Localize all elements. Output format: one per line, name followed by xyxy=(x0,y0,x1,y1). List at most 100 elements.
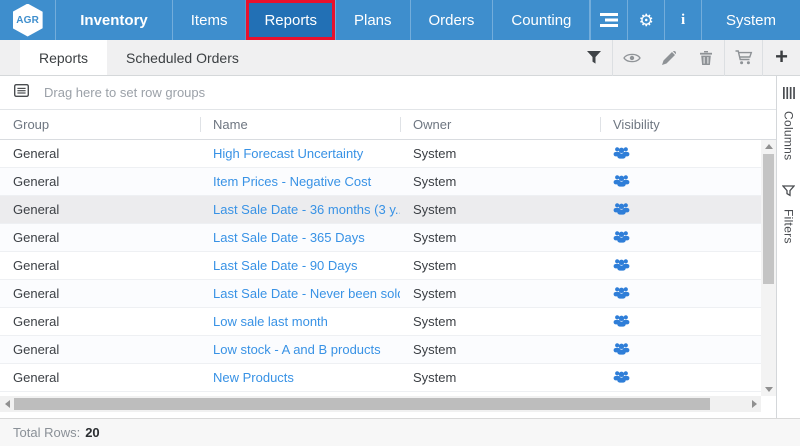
tab-bar: Reports Scheduled Orders + xyxy=(0,40,800,76)
pencil-icon[interactable] xyxy=(650,40,687,76)
cell-visibility xyxy=(600,258,776,274)
nav-app-name[interactable]: Inventory xyxy=(55,0,172,40)
columns-icon xyxy=(783,86,795,104)
cell-group: General xyxy=(0,202,200,217)
vertical-scrollbar[interactable] xyxy=(761,140,776,396)
report-name-link[interactable]: Low stock - A and B products xyxy=(213,342,381,357)
top-navbar: AGR Inventory Items Reports Plans Orders… xyxy=(0,0,800,40)
tab-reports[interactable]: Reports xyxy=(20,40,107,75)
agr-logo-text: AGR xyxy=(16,15,39,26)
column-header-name[interactable]: Name xyxy=(200,110,400,139)
tool-panel-bar: Columns Filters xyxy=(776,76,800,418)
cell-group: General xyxy=(0,314,200,329)
nav-item-plans[interactable]: Plans xyxy=(335,0,410,40)
cell-group: General xyxy=(0,370,200,385)
nav-item-reports[interactable]: Reports xyxy=(245,0,335,40)
eye-icon[interactable] xyxy=(613,40,650,76)
report-name-link[interactable]: Last Sale Date - 90 Days xyxy=(213,258,358,273)
tasks-icon[interactable] xyxy=(590,0,627,40)
cell-visibility xyxy=(600,286,776,302)
vertical-scrollbar-thumb[interactable] xyxy=(763,154,774,284)
cell-group: General xyxy=(0,342,200,357)
table-row[interactable]: General Last Sale Date - Never been sold… xyxy=(0,280,776,308)
grid-bottom-spacer xyxy=(0,412,776,418)
table-row[interactable]: General Low stock - A and B products Sys… xyxy=(0,336,776,364)
users-icon xyxy=(613,314,630,330)
nav-item-counting[interactable]: Counting xyxy=(492,0,590,40)
table-row[interactable]: General New Products System xyxy=(0,364,776,392)
column-header-group[interactable]: Group xyxy=(0,110,200,139)
tab-actions: + xyxy=(575,40,800,75)
cell-owner: System xyxy=(400,342,600,357)
users-icon xyxy=(613,202,630,218)
cell-owner: System xyxy=(400,146,600,161)
horizontal-scrollbar-row xyxy=(0,396,776,412)
table-row[interactable]: General High Forecast Uncertainty System xyxy=(0,140,776,168)
row-group-panel[interactable]: Drag here to set row groups xyxy=(0,76,776,110)
plus-icon[interactable]: + xyxy=(763,40,800,76)
app-window: AGR Inventory Items Reports Plans Orders… xyxy=(0,0,800,446)
trash-icon[interactable] xyxy=(687,40,724,76)
tool-panel-filters-label: Filters xyxy=(782,209,796,244)
cart-icon[interactable] xyxy=(725,40,762,76)
agr-logo[interactable]: AGR xyxy=(0,0,55,40)
report-name-link[interactable]: Last Sale Date - Never been sold xyxy=(213,286,400,301)
cell-group: General xyxy=(0,174,200,189)
scroll-up-arrow[interactable] xyxy=(761,140,776,153)
tool-panel-columns-label: Columns xyxy=(782,111,796,160)
report-name-link[interactable]: Last Sale Date - 365 Days xyxy=(213,230,365,245)
report-name-link[interactable]: New Products xyxy=(213,370,294,385)
cell-visibility xyxy=(600,174,776,190)
report-name-link[interactable]: High Forecast Uncertainty xyxy=(213,146,363,161)
report-name-link[interactable]: Last Sale Date - 36 months (3 y... xyxy=(213,202,400,217)
gear-icon[interactable]: ⚙ xyxy=(627,0,664,40)
nav-item-items[interactable]: Items xyxy=(172,0,246,40)
cell-owner: System xyxy=(400,370,600,385)
tool-panel-filters[interactable]: Filters xyxy=(782,184,796,244)
scroll-left-arrow[interactable] xyxy=(0,396,14,412)
tab-scheduled-orders[interactable]: Scheduled Orders xyxy=(107,40,258,75)
column-header-visibility[interactable]: Visibility xyxy=(600,110,776,139)
users-icon xyxy=(613,342,630,358)
cell-owner: System xyxy=(400,286,600,301)
grid-rows: General High Forecast Uncertainty System… xyxy=(0,140,776,392)
scroll-down-arrow[interactable] xyxy=(761,383,776,396)
total-rows-label: Total Rows: xyxy=(13,425,80,440)
users-icon xyxy=(613,258,630,274)
horizontal-scrollbar-thumb[interactable] xyxy=(14,398,710,410)
cell-visibility xyxy=(600,146,776,162)
agr-logo-hexagon: AGR xyxy=(13,4,43,37)
users-icon xyxy=(613,370,630,386)
cell-visibility xyxy=(600,342,776,358)
tool-panel-columns[interactable]: Columns xyxy=(782,86,796,160)
table-row[interactable]: General Low sale last month System xyxy=(0,308,776,336)
nav-item-orders[interactable]: Orders xyxy=(410,0,493,40)
users-icon xyxy=(613,146,630,162)
horizontal-scrollbar[interactable] xyxy=(0,396,761,412)
table-row[interactable]: General Item Prices - Negative Cost Syst… xyxy=(0,168,776,196)
cell-visibility xyxy=(600,370,776,386)
info-icon[interactable]: i xyxy=(664,0,701,40)
cell-group: General xyxy=(0,230,200,245)
cell-owner: System xyxy=(400,258,600,273)
cell-owner: System xyxy=(400,174,600,189)
column-header-owner[interactable]: Owner xyxy=(400,110,600,139)
grid-body: General High Forecast Uncertainty System… xyxy=(0,140,776,396)
cell-group: General xyxy=(0,146,200,161)
cell-group: General xyxy=(0,258,200,273)
cell-owner: System xyxy=(400,202,600,217)
main-content: Drag here to set row groups Group Name O… xyxy=(0,76,800,418)
report-name-link[interactable]: Item Prices - Negative Cost xyxy=(213,174,371,189)
reports-grid: Drag here to set row groups Group Name O… xyxy=(0,76,776,418)
total-rows-value: 20 xyxy=(85,425,99,440)
users-icon xyxy=(613,174,630,190)
filter-icon[interactable] xyxy=(575,40,612,76)
table-row[interactable]: General Last Sale Date - 36 months (3 y.… xyxy=(0,196,776,224)
cell-visibility xyxy=(600,202,776,218)
table-row[interactable]: General Last Sale Date - 365 Days System xyxy=(0,224,776,252)
table-row[interactable]: General Last Sale Date - 90 Days System xyxy=(0,252,776,280)
row-group-icon xyxy=(14,84,29,102)
user-menu[interactable]: System xyxy=(701,0,800,40)
scroll-right-arrow[interactable] xyxy=(747,396,761,412)
report-name-link[interactable]: Low sale last month xyxy=(213,314,328,329)
